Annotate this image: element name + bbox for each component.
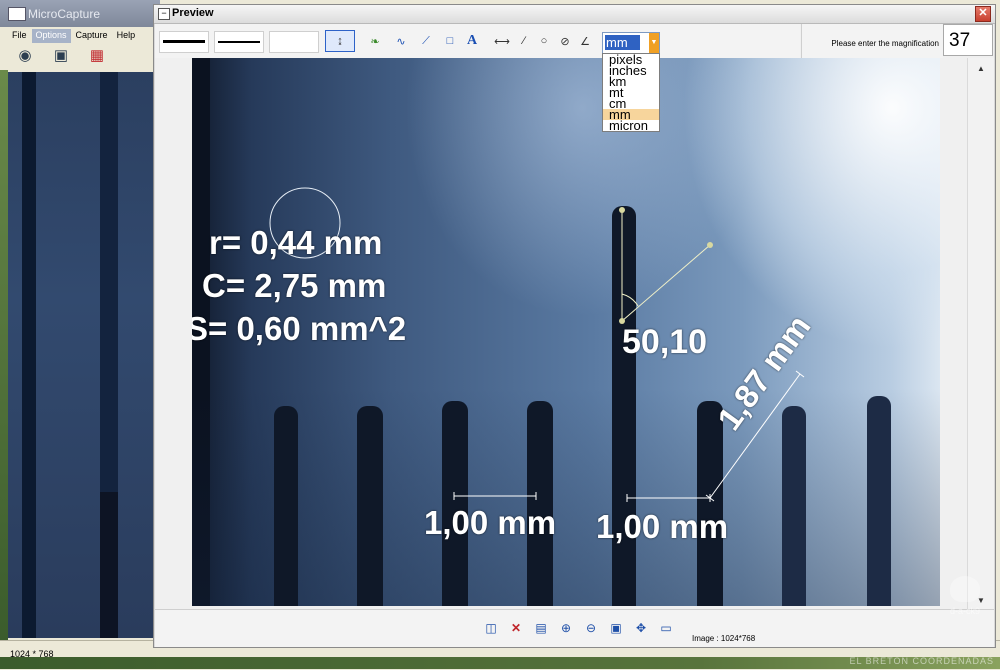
- label-distance-1[interactable]: 1,00 mm: [424, 504, 556, 542]
- main-window-title: MicroCapture: [28, 7, 101, 21]
- unit-option-micron[interactable]: micron: [603, 119, 659, 132]
- save-icon[interactable]: ◫: [483, 620, 499, 636]
- label-radius[interactable]: r= 0,44 mm: [209, 224, 382, 262]
- desktop-background: [0, 70, 8, 640]
- export-icon[interactable]: ▭: [658, 620, 674, 636]
- unit-dropdown-list: pixels inches km mt cm mm micron: [602, 53, 660, 132]
- text-tool-icon[interactable]: A: [463, 33, 481, 49]
- label-circumference[interactable]: C= 2,75 mm: [202, 267, 386, 305]
- fullscreen-icon[interactable]: ▦: [84, 44, 110, 66]
- angle-handle[interactable]: [707, 242, 713, 248]
- line-width-thick[interactable]: [159, 31, 209, 53]
- magnification-input[interactable]: 37: [943, 24, 993, 56]
- angle-arc: [621, 293, 639, 307]
- unit-select[interactable]: mm ▼: [602, 32, 660, 54]
- angle-handle[interactable]: [619, 207, 625, 213]
- main-toolbar: ◉ ▣ ▦: [12, 44, 110, 66]
- measure-diameter-icon[interactable]: ⊘: [556, 33, 574, 49]
- measure-circle-icon[interactable]: ○: [535, 33, 553, 49]
- paste-icon[interactable]: ▤: [533, 620, 549, 636]
- preview-window: − Preview ✕ ↨ ❧ ∿ ⟋ □ A ⟷ ∕ ○ ⊘ ∠ Please…: [153, 4, 996, 648]
- label-angle[interactable]: 50,10: [622, 323, 707, 362]
- system-menu-icon[interactable]: −: [158, 8, 170, 20]
- close-button[interactable]: ✕: [975, 6, 991, 22]
- menu-capture[interactable]: Capture: [72, 29, 112, 43]
- main-menu-bar: File Options Capture Help: [8, 29, 140, 43]
- image-info: Image : 1024*768: [692, 634, 756, 643]
- preview-bottom-bar: ◫ ✕ ▤ ⊕ ⊖ ▣ ✥ ▭ Image : 1024*768: [155, 609, 994, 647]
- diagonal-line-end: [795, 370, 805, 378]
- label-area[interactable]: S= 0,60 mm^2: [192, 310, 406, 348]
- menu-file[interactable]: File: [8, 29, 31, 43]
- zoom-out-icon[interactable]: ⊖: [583, 620, 599, 636]
- zoom-in-icon[interactable]: ⊕: [558, 620, 574, 636]
- scroll-up-icon[interactable]: ▲: [976, 64, 986, 73]
- freehand-tool-icon[interactable]: ❧: [366, 33, 384, 49]
- drawing-toolbar: ↨ ❧ ∿ ⟋ □ A ⟷ ∕ ○ ⊘ ∠: [155, 24, 800, 59]
- line-width-thin[interactable]: [269, 31, 319, 53]
- curve-tool-icon[interactable]: ∿: [392, 33, 410, 49]
- unit-select-value: mm: [605, 35, 640, 50]
- fit-screen-icon[interactable]: ▣: [608, 620, 624, 636]
- measure-angle-icon[interactable]: ∠: [576, 33, 594, 49]
- select-tool-icon[interactable]: ↨: [325, 30, 355, 52]
- camera-icon[interactable]: ◉: [12, 44, 38, 66]
- watermark-name: d-a-ck9: [949, 606, 980, 616]
- bottom-toolbar: ◫ ✕ ▤ ⊕ ⊖ ▣ ✥ ▭: [483, 620, 674, 636]
- rectangle-tool-icon[interactable]: □: [441, 33, 459, 49]
- label-distance-2[interactable]: 1,00 mm: [596, 508, 728, 546]
- delete-icon[interactable]: ✕: [508, 620, 524, 636]
- watermark-logo: [950, 576, 980, 602]
- watermark-signature: EL BRETON COORDENADAS: [849, 656, 994, 666]
- angle-arm-diagonal: [621, 244, 711, 322]
- watermark: d-a-ck9: [938, 576, 992, 636]
- microscope-image[interactable]: r= 0,44 mm C= 2,75 mm S= 0,60 mm^2 50,10…: [192, 58, 940, 606]
- desktop-bottom-strip: EL BRETON COORDENADAS: [0, 656, 1000, 669]
- live-view-image: [8, 72, 154, 638]
- measure-polyline-icon[interactable]: ∕: [515, 33, 533, 49]
- menu-options[interactable]: Options: [31, 29, 71, 43]
- preview-title: Preview: [172, 7, 214, 19]
- main-title-bar[interactable]: MicroCapture: [0, 0, 160, 27]
- line-width-medium[interactable]: [214, 31, 264, 53]
- measure-distance-icon[interactable]: ⟷: [493, 33, 511, 49]
- app-icon: [8, 7, 26, 21]
- preview-title-bar[interactable]: − Preview ✕: [154, 5, 995, 24]
- move-icon[interactable]: ✥: [633, 620, 649, 636]
- magnification-label: Please enter the magnification: [831, 39, 939, 48]
- vertical-scrollbar[interactable]: ▲ ▼: [967, 58, 994, 609]
- line-tool-icon[interactable]: ⟋: [417, 33, 435, 49]
- menu-help[interactable]: Help: [113, 29, 140, 43]
- video-camera-icon[interactable]: ▣: [48, 44, 74, 66]
- magnification-panel: Please enter the magnification: [801, 24, 943, 59]
- chevron-down-icon[interactable]: ▼: [649, 33, 659, 53]
- scale-mark: [100, 492, 118, 638]
